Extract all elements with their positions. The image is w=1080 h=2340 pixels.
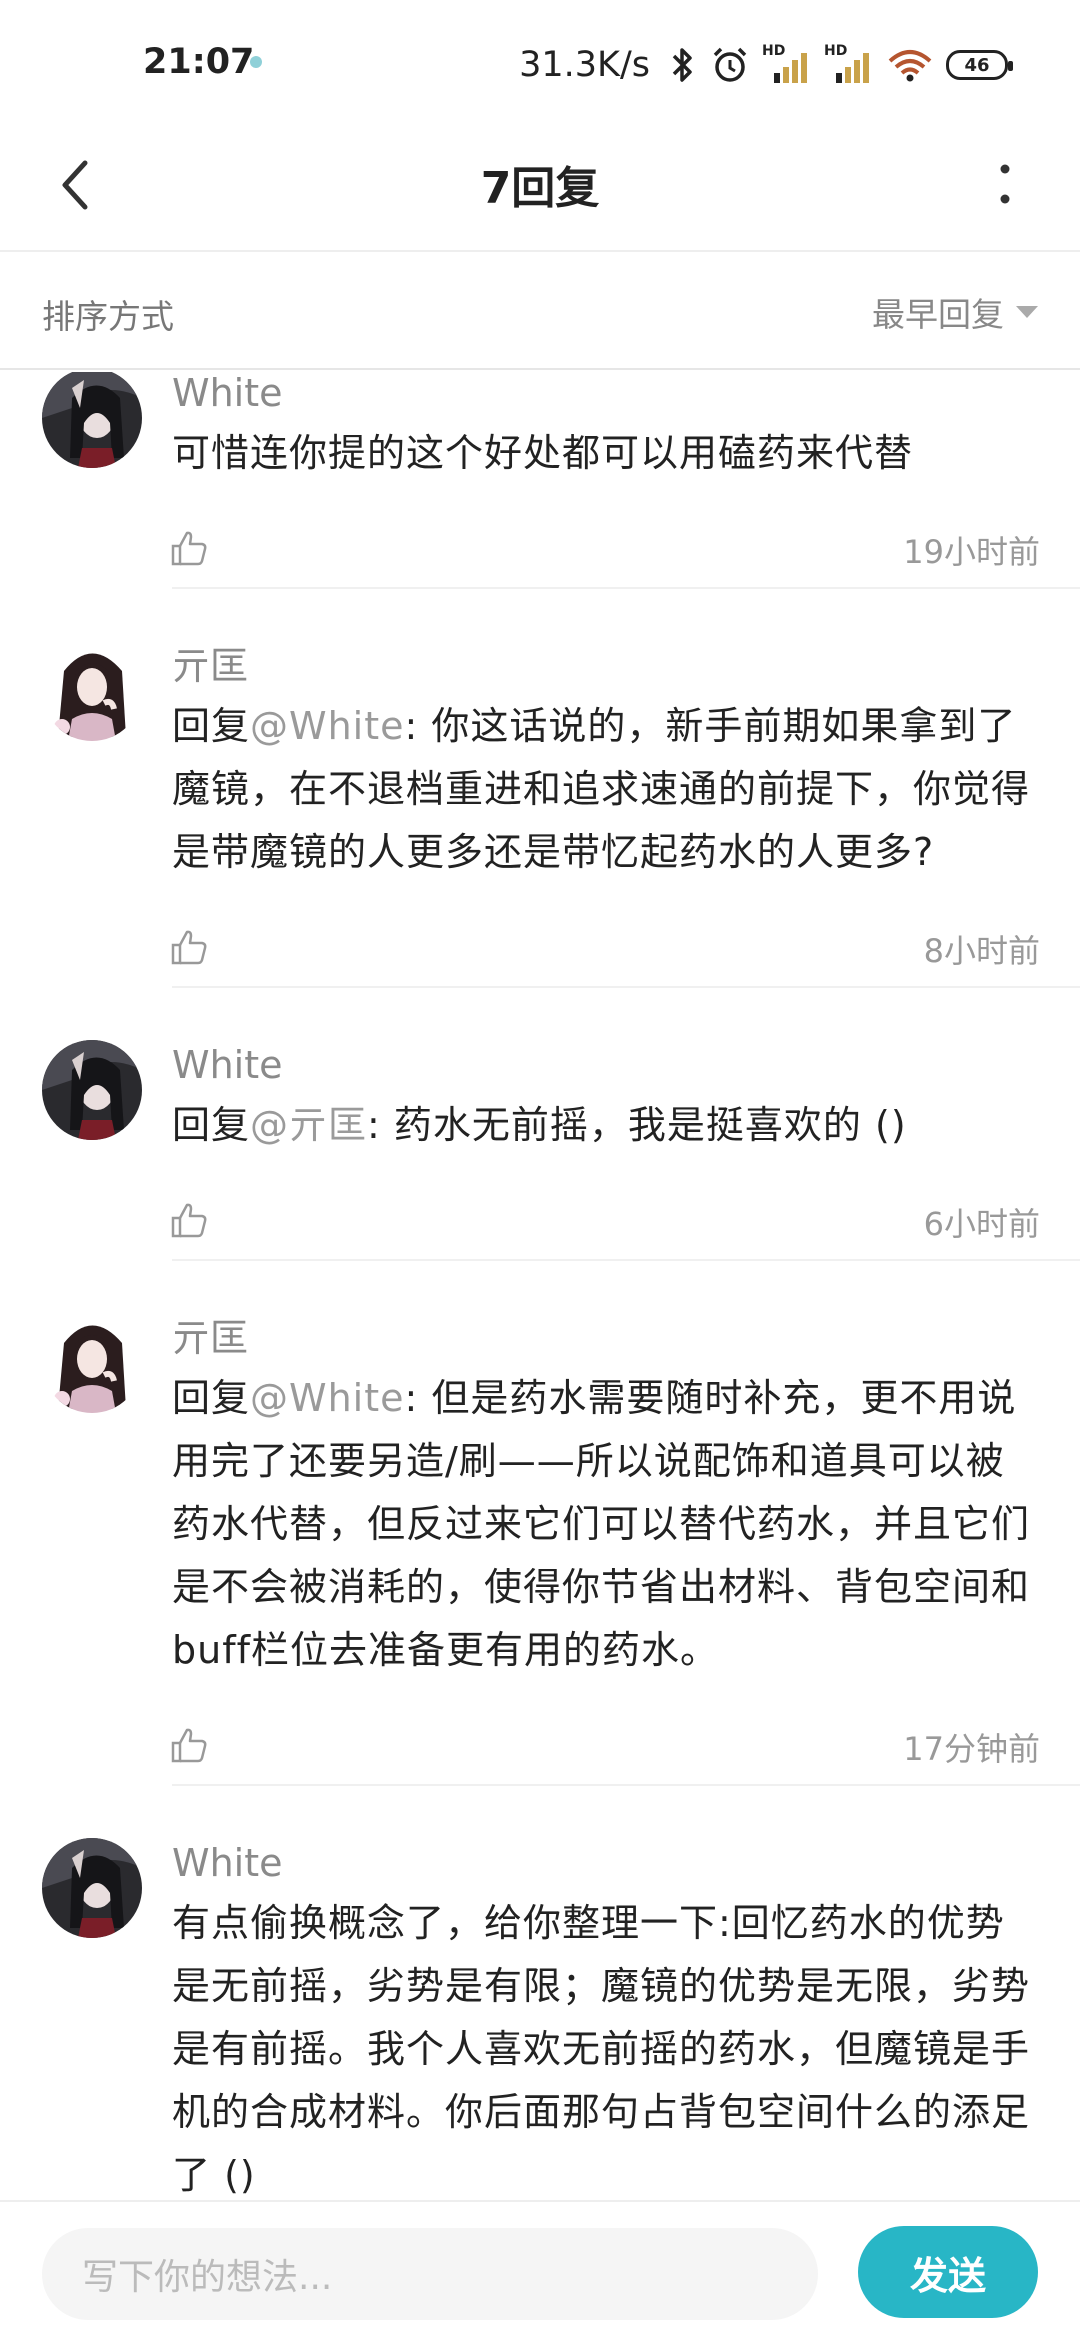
comment-body: : 药水无前摇，我是挺喜欢的 () (367, 1103, 907, 1147)
comment-text: 回复@亓匡: 药水无前摇，我是挺喜欢的 () (172, 1094, 1040, 1157)
reply-prefix: 回复 (172, 704, 251, 748)
comment-meta: 6小时前 (171, 1179, 1040, 1259)
comment-time: 19小时前 (903, 533, 1040, 571)
comment-username[interactable]: 亓匡 (172, 641, 1040, 691)
comment-item: White 可惜连你提的这个好处都可以用磕药来代替 19小时前 (0, 372, 1080, 629)
like-button[interactable] (164, 1720, 214, 1770)
comment-username[interactable]: White (172, 1838, 1040, 1888)
sort-label: 排序方式 (42, 297, 174, 336)
page-title: 7回复 (480, 163, 600, 214)
comment-username[interactable]: White (172, 372, 1040, 418)
comment-meta: 19小时前 (171, 507, 1040, 587)
reply-thread-screen: 21:07 31.3K/s HD HD 46 7回复 排序方式 最早回复 Whi… (0, 0, 1080, 2340)
send-button[interactable]: 发送 (858, 2226, 1038, 2318)
comment-username[interactable]: 亓匡 (172, 1313, 1040, 1363)
reply-composer: 写下你的想法... 发送 (0, 2200, 1080, 2340)
comment-meta: 8小时前 (171, 906, 1040, 986)
reply-prefix: 回复 (172, 1376, 251, 1420)
thumbs-up-icon (171, 930, 207, 965)
signal-hd-label: HD (762, 43, 786, 59)
thumbs-up-icon (171, 531, 207, 566)
more-vertical-icon (1000, 164, 1010, 204)
sort-selected-value: 最早回复 (872, 295, 1004, 334)
avatar[interactable] (42, 1313, 142, 1413)
notification-dot-icon (250, 56, 262, 68)
comment-text: 可惜连你提的这个好处都可以用磕药来代替 (172, 431, 914, 475)
network-speed: 31.3K/s (519, 45, 650, 85)
wifi-icon (886, 45, 934, 85)
more-options-button[interactable] (960, 140, 1050, 230)
battery-icon: 46 (946, 50, 1013, 80)
comment-list[interactable]: White 可惜连你提的这个好处都可以用磕药来代替 19小时前 亓匡 回复@Wh… (0, 372, 1080, 2200)
mention-link[interactable]: @亓匡 (250, 1103, 367, 1147)
comment-item: White 回复@亓匡: 药水无前摇，我是挺喜欢的 () 6小时前 (0, 1040, 1080, 1301)
comment-time: 6小时前 (923, 1205, 1040, 1243)
avatar[interactable] (42, 641, 142, 741)
signal-icon: HD (762, 43, 812, 85)
sort-bar: 排序方式 最早回复 (0, 254, 1080, 370)
avatar[interactable] (42, 1040, 142, 1140)
status-time: 21:07 (143, 42, 255, 82)
caret-down-icon (1016, 306, 1038, 318)
comment-text: 有点偷换概念了，给你整理一下:回忆药水的优势是无前摇，劣势是有限；魔镜的优势是无… (172, 1901, 1031, 2197)
thumbs-up-icon (171, 1203, 207, 1238)
status-bar: 21:07 31.3K/s HD HD 46 (0, 0, 1080, 120)
comment-time: 8小时前 (923, 932, 1040, 970)
comment-text: 回复@White: 但是药水需要随时补充，更不用说用完了还要另造/刷——所以说配… (172, 1367, 1040, 1682)
like-button[interactable] (164, 922, 214, 972)
signal-hd-label: HD (824, 43, 848, 59)
status-indicators: 31.3K/s HD HD 46 (519, 40, 1013, 90)
bluetooth-icon (668, 45, 698, 85)
comment-item: 亓匡 回复@White: 但是药水需要随时补充，更不用说用完了还要另造/刷——所… (0, 1313, 1080, 1826)
comment-body: : 但是药水需要随时补充，更不用说用完了还要另造/刷——所以说配饰和道具可以被药… (172, 1376, 1031, 1672)
signal-icon: HD (824, 43, 874, 85)
comment-item: White 有点偷换概念了，给你整理一下:回忆药水的优势是无前摇，劣势是有限；魔… (0, 1838, 1080, 2200)
reply-input[interactable]: 写下你的想法... (42, 2228, 818, 2320)
reply-prefix: 回复 (172, 1103, 251, 1147)
avatar[interactable] (42, 372, 142, 468)
comment-time: 17分钟前 (903, 1730, 1040, 1768)
alarm-icon (710, 45, 750, 85)
comment-username[interactable]: White (172, 1040, 1040, 1090)
comment-item: 亓匡 回复@White: 你这话说的，新手前期如果拿到了魔镜，在不退档重进和追求… (0, 641, 1080, 1028)
avatar[interactable] (42, 1838, 142, 1938)
comment-text: 回复@White: 你这话说的，新手前期如果拿到了魔镜，在不退档重进和追求速通的… (172, 695, 1040, 884)
mention-link[interactable]: @White (250, 704, 405, 748)
like-button[interactable] (164, 1195, 214, 1245)
title-bar: 7回复 (0, 120, 1080, 252)
like-button[interactable] (164, 523, 214, 573)
sort-dropdown[interactable]: 最早回复 (872, 284, 1038, 340)
mention-link[interactable]: @White (250, 1376, 405, 1420)
thumbs-up-icon (171, 1728, 207, 1763)
comment-meta: 17分钟前 (171, 1704, 1040, 1784)
